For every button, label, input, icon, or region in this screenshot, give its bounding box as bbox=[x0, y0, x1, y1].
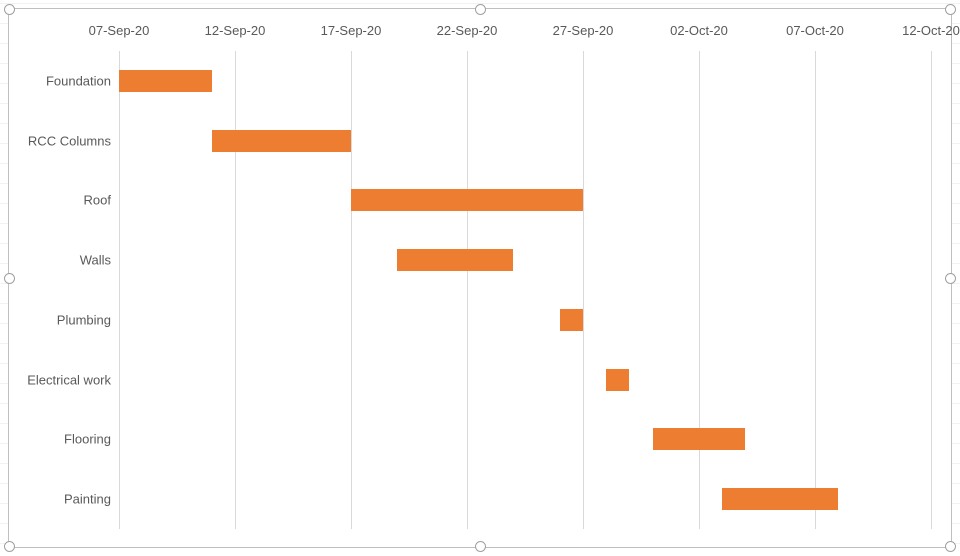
resize-handle-middle-right[interactable] bbox=[945, 273, 956, 284]
gantt-bar[interactable] bbox=[560, 309, 583, 331]
x-axis-tick: 27-Sep-20 bbox=[553, 23, 614, 38]
x-axis-tick: 12-Sep-20 bbox=[205, 23, 266, 38]
embedded-chart[interactable]: Foundation RCC Columns Roof Walls Plumbing El… bbox=[8, 8, 952, 548]
x-axis-tick: 22-Sep-20 bbox=[437, 23, 498, 38]
bar-slot bbox=[119, 230, 931, 290]
bar-slot bbox=[119, 469, 931, 529]
bar-slot bbox=[119, 410, 931, 470]
y-axis-category: Painting bbox=[64, 492, 111, 507]
gantt-bar[interactable] bbox=[212, 130, 351, 152]
resize-handle-top-right[interactable] bbox=[945, 4, 956, 15]
x-axis-tick: 12-Oct-20 bbox=[902, 23, 960, 38]
bar-slot bbox=[119, 51, 931, 111]
gantt-bar[interactable] bbox=[606, 369, 629, 391]
x-axis-tick: 07-Sep-20 bbox=[89, 23, 150, 38]
y-axis-category: Walls bbox=[80, 253, 111, 268]
gantt-bar[interactable] bbox=[351, 189, 583, 211]
data-bars bbox=[119, 51, 931, 529]
gantt-bar[interactable] bbox=[653, 428, 746, 450]
bar-slot bbox=[119, 350, 931, 410]
y-axis-category: Roof bbox=[84, 193, 111, 208]
bar-slot bbox=[119, 111, 931, 171]
y-axis-category: Plumbing bbox=[57, 312, 111, 327]
x-axis-labels: 07-Sep-2012-Sep-2017-Sep-2022-Sep-2027-S… bbox=[119, 9, 931, 39]
x-axis-tick: 17-Sep-20 bbox=[321, 23, 382, 38]
bar-slot bbox=[119, 290, 931, 350]
gantt-bar[interactable] bbox=[397, 249, 513, 271]
y-axis: Foundation RCC Columns Roof Walls Plumbing El… bbox=[9, 9, 119, 547]
y-axis-category: Flooring bbox=[64, 432, 111, 447]
plot-row: Foundation RCC Columns Roof Walls Plumbing El… bbox=[9, 9, 951, 547]
y-axis-category: Foundation bbox=[46, 73, 111, 88]
gantt-bar[interactable] bbox=[722, 488, 838, 510]
gantt-bar[interactable] bbox=[119, 70, 212, 92]
y-axis-category: Electrical work bbox=[27, 372, 111, 387]
gridline bbox=[931, 51, 932, 529]
plot-area: 07-Sep-2012-Sep-2017-Sep-2022-Sep-2027-S… bbox=[119, 9, 931, 547]
x-axis-tick: 07-Oct-20 bbox=[786, 23, 844, 38]
bar-slot bbox=[119, 171, 931, 231]
resize-handle-bottom-right[interactable] bbox=[945, 541, 956, 552]
y-axis-category: RCC Columns bbox=[28, 133, 111, 148]
x-axis-tick: 02-Oct-20 bbox=[670, 23, 728, 38]
